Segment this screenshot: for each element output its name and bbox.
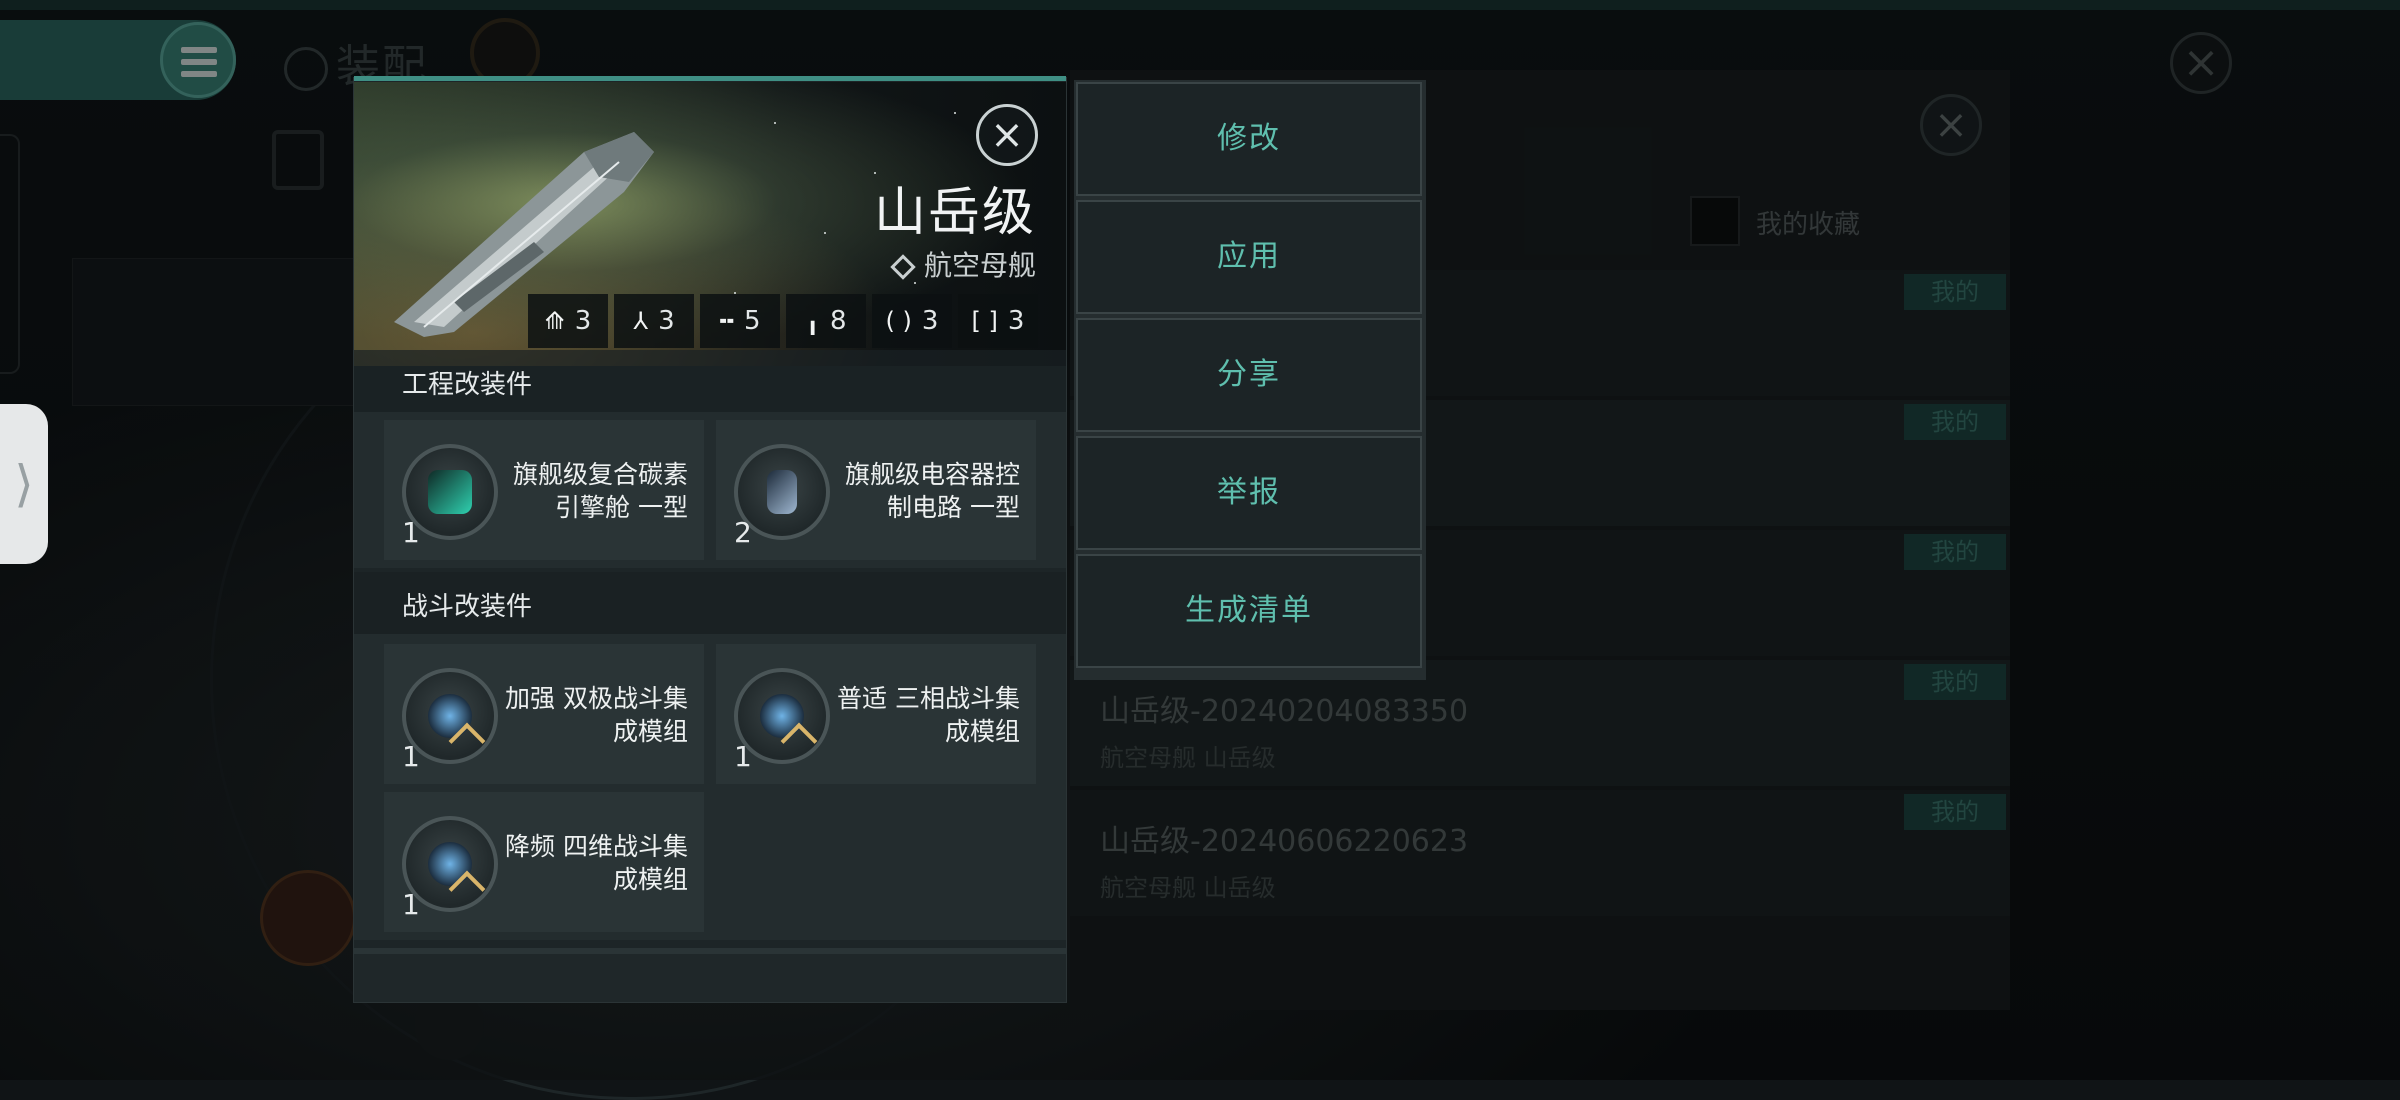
module-count: 2 [734, 516, 752, 549]
module-name: 旗舰级电容器控制电路 一型 [844, 460, 1020, 522]
edit-button[interactable]: 修改 [1076, 82, 1422, 196]
ship-class-label: 航空母舰 [923, 249, 1036, 282]
action-menu: 修改 应用 分享 举报 生成清单 [1074, 80, 1426, 680]
mid-slot: ⅄ 3 [614, 294, 694, 348]
slot-count: 3 [658, 306, 675, 336]
misc-slot-icon: [ ] [971, 307, 998, 335]
rig-slot: ╻ 8 [786, 294, 866, 348]
module-name: 普适 三相战斗集成模组 [837, 684, 1020, 746]
ship-class-icon [890, 254, 916, 280]
module-card[interactable]: 2 旗舰级电容器控制电路 一型 [716, 420, 1036, 560]
side-expand-tab[interactable]: ⟩ [0, 404, 48, 564]
module-count: 1 [402, 888, 420, 921]
apply-button[interactable]: 应用 [1076, 200, 1422, 314]
panel-bottom-bar [354, 948, 1066, 1002]
slot-summary: ⟰ 3 ⅄ 3 ╍ 5 ╻ 8 ( ) 3 [ ] 3 [528, 294, 1038, 348]
slot-count: 5 [743, 306, 761, 336]
engineering-section-title: 工程改装件 [402, 370, 533, 400]
drone-slot: ( ) 3 [872, 294, 952, 348]
misc-slot: [ ] 3 [958, 294, 1038, 348]
module-card[interactable]: 1 降频 四维战斗集成模组 [384, 792, 704, 932]
module-card[interactable]: 1 旗舰级复合碳素引擎舱 一型 [384, 420, 704, 560]
drone-slot-icon: ( ) [885, 307, 912, 335]
share-button[interactable]: 分享 [1076, 318, 1422, 432]
panel-accent-line [354, 76, 1066, 81]
slot-count: 3 [574, 306, 592, 336]
mid-slot-icon: ⅄ [633, 307, 649, 335]
ship-class: 航空母舰 [760, 244, 1036, 284]
module-name: 降频 四维战斗集成模组 [505, 832, 688, 894]
high-slot-icon: ⟰ [544, 307, 565, 335]
high-slot: ⟰ 3 [528, 294, 608, 348]
engineering-section-header: 工程改装件 [354, 350, 1066, 412]
module-count: 1 [734, 740, 752, 773]
module-count: 1 [402, 516, 420, 549]
combat-section-header: 战斗改装件 [354, 572, 1066, 634]
slot-count: 3 [921, 306, 939, 336]
slot-count: 8 [829, 306, 847, 336]
module-card[interactable]: 1 普适 三相战斗集成模组 [716, 644, 1036, 784]
slot-count: 3 [1007, 306, 1025, 336]
low-slot: ╍ 5 [700, 294, 780, 348]
module-name: 加强 双极战斗集成模组 [505, 684, 688, 746]
module-card[interactable]: 1 加强 双极战斗集成模组 [384, 644, 704, 784]
module-count: 1 [402, 740, 420, 773]
panel-close-icon[interactable]: × [976, 104, 1038, 166]
combat-section-title: 战斗改装件 [402, 592, 533, 622]
low-slot-icon: ╍ [719, 307, 734, 335]
rig-slot-icon: ╻ [805, 307, 820, 335]
ship-name: 山岳级 [873, 183, 1036, 243]
generate-list-button[interactable]: 生成清单 [1076, 554, 1422, 668]
report-button[interactable]: 举报 [1076, 436, 1422, 550]
module-name: 旗舰级复合碳素引擎舱 一型 [512, 460, 688, 522]
